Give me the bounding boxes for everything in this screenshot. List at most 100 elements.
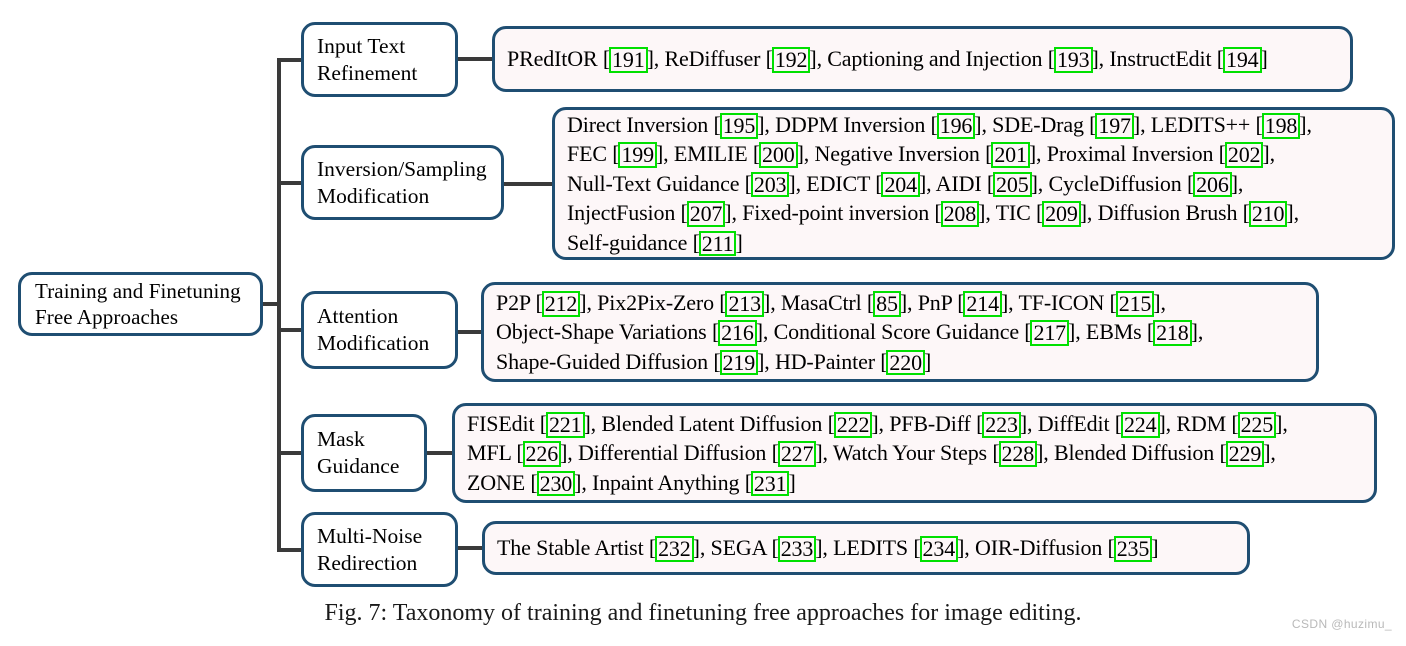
citation-reference-232[interactable]: 232 (655, 536, 694, 562)
citation-reference-216[interactable]: 216 (718, 320, 757, 346)
citation-reference-226[interactable]: 226 (522, 441, 562, 467)
method-text: ], Blended Diffusion [ (1036, 440, 1227, 466)
csdn-watermark: CSDN @huzimu_ (1291, 617, 1392, 631)
method-text: FISEdit [ (467, 410, 547, 436)
method-text: ], (1230, 170, 1244, 196)
citation-reference-221[interactable]: 221 (545, 411, 585, 438)
category-node-inversion-sampling-modification: Inversion/Sampling Modification (301, 145, 504, 220)
citation-reference-228[interactable]: 228 (998, 441, 1038, 467)
content-line: The Stable Artist [232], SEGA [233], LED… (497, 533, 1159, 562)
citation-reference-202[interactable]: 202 (1224, 142, 1264, 169)
method-text: ], LEDITS++ [ (1132, 112, 1263, 138)
citation-reference-229[interactable]: 229 (1225, 441, 1265, 467)
citation-reference-198[interactable]: 198 (1261, 113, 1301, 139)
citation-reference-233[interactable]: 233 (777, 536, 817, 562)
citation-reference-231[interactable]: 231 (750, 470, 790, 497)
method-text: Direct Inversion [ (567, 112, 721, 138)
method-text: Object-Shape Variations [ (496, 319, 720, 345)
content-line: PRedItOR [191], ReDiffuser [192], Captio… (507, 44, 1268, 73)
method-text: ], Blended Latent Diffusion [ (583, 410, 835, 436)
citation-reference-234[interactable]: 234 (919, 536, 959, 562)
citation-reference-199[interactable]: 199 (618, 142, 657, 169)
content-line: Self-guidance [211] (567, 228, 1312, 257)
citation-reference-235[interactable]: 235 (1113, 536, 1153, 562)
citation-reference-227[interactable]: 227 (777, 441, 817, 467)
citation-reference-222[interactable]: 222 (833, 411, 873, 438)
method-text: InjectFusion [ (567, 200, 688, 226)
method-text: FEC [ (567, 141, 620, 167)
content-node-text: FISEdit [221], Blended Latent Diffusion … (467, 409, 1288, 497)
edge-category-to-content-3 (425, 451, 454, 455)
edge-spine-to-category-3 (277, 451, 303, 455)
citation-reference-201[interactable]: 201 (991, 142, 1030, 169)
citation-reference-204[interactable]: 204 (881, 171, 920, 198)
method-text: ], (1263, 440, 1276, 466)
citation-reference-200[interactable]: 200 (759, 142, 798, 169)
method-text: ] (788, 469, 796, 495)
method-text: The Stable Artist [ (497, 535, 657, 561)
citation-reference-212[interactable]: 212 (541, 290, 581, 317)
method-text: ], TF-ICON [ (1000, 289, 1117, 315)
citation-reference-230[interactable]: 230 (536, 470, 576, 497)
citation-reference-207[interactable]: 207 (686, 201, 726, 227)
content-line: Object-Shape Variations [216], Condition… (496, 317, 1203, 346)
method-text: ], PnP [ (899, 289, 965, 315)
citation-reference-205[interactable]: 205 (993, 171, 1032, 198)
edge-spine-to-category-1 (277, 180, 303, 185)
citation-reference-217[interactable]: 217 (1030, 320, 1070, 346)
edge-vertical-spine (277, 57, 281, 552)
method-text: ], InstructEdit [ (1091, 46, 1225, 72)
citation-reference-210[interactable]: 210 (1248, 201, 1288, 227)
content-node-multi-noise-redirection: The Stable Artist [232], SEGA [233], LED… (482, 521, 1250, 575)
method-text: ], EMILIE [ (656, 141, 761, 167)
citation-reference-193[interactable]: 193 (1053, 47, 1093, 73)
citation-reference-195[interactable]: 195 (719, 113, 759, 139)
citation-reference-203[interactable]: 203 (750, 171, 790, 198)
method-text: ], HD-Painter [ (757, 348, 888, 374)
citation-reference-197[interactable]: 197 (1095, 113, 1134, 139)
citation-reference-194[interactable]: 194 (1222, 47, 1262, 73)
citation-reference-209[interactable]: 209 (1042, 201, 1081, 227)
method-text: ], Proximal Inversion [ (1028, 141, 1226, 167)
citation-reference-213[interactable]: 213 (725, 290, 765, 317)
category-node-label: Input Text Refinement (317, 33, 418, 85)
method-text: PRedItOR [ (507, 46, 611, 72)
citation-reference-211[interactable]: 211 (698, 230, 737, 257)
method-text: ], AIDI [ (919, 170, 995, 196)
citation-reference-225[interactable]: 225 (1237, 411, 1277, 438)
method-text: ], TIC [ (978, 200, 1044, 226)
citation-reference-85[interactable]: 85 (873, 290, 901, 317)
content-node-text: The Stable Artist [232], SEGA [233], LED… (497, 533, 1159, 562)
method-text: ], Diffusion Brush [ (1079, 200, 1250, 226)
content-line: InjectFusion [207], Fixed-point inversio… (567, 198, 1312, 227)
category-node-label: Mask Guidance (317, 427, 400, 478)
citation-reference-208[interactable]: 208 (940, 201, 980, 227)
method-text: ], (1286, 200, 1299, 226)
method-text: ], (1299, 112, 1312, 138)
citation-reference-220[interactable]: 220 (886, 349, 925, 376)
method-text: ], Captioning and Injection [ (809, 46, 1055, 72)
edge-spine-to-category-4 (277, 547, 303, 552)
method-text: ], RDM [ (1158, 410, 1239, 436)
citation-reference-219[interactable]: 219 (719, 349, 759, 376)
method-text: ], (1190, 319, 1204, 345)
category-node-label: Attention Modification (317, 304, 430, 355)
method-text: ] (1151, 535, 1159, 561)
method-text: ], Watch Your Steps [ (815, 440, 1000, 466)
citation-reference-218[interactable]: 218 (1153, 320, 1192, 346)
method-text: ], Inpaint Anything [ (574, 469, 752, 495)
method-text: ], Conditional Score Guidance [ (755, 319, 1032, 345)
method-text: MFL [ (467, 440, 524, 466)
citation-reference-224[interactable]: 224 (1120, 411, 1160, 438)
edge-category-to-content-2 (456, 330, 483, 334)
citation-reference-206[interactable]: 206 (1193, 171, 1232, 198)
figure-caption: Fig. 7: Taxonomy of training and finetun… (324, 600, 1082, 626)
citation-reference-214[interactable]: 214 (963, 290, 1002, 317)
citation-reference-192[interactable]: 192 (771, 47, 811, 73)
citation-reference-215[interactable]: 215 (1115, 290, 1155, 317)
citation-reference-191[interactable]: 191 (609, 47, 648, 73)
citation-reference-196[interactable]: 196 (936, 113, 976, 139)
citation-reference-223[interactable]: 223 (982, 411, 1021, 438)
edge-category-to-content-0 (456, 57, 494, 61)
method-text: ], MasaCtrl [ (763, 289, 875, 315)
